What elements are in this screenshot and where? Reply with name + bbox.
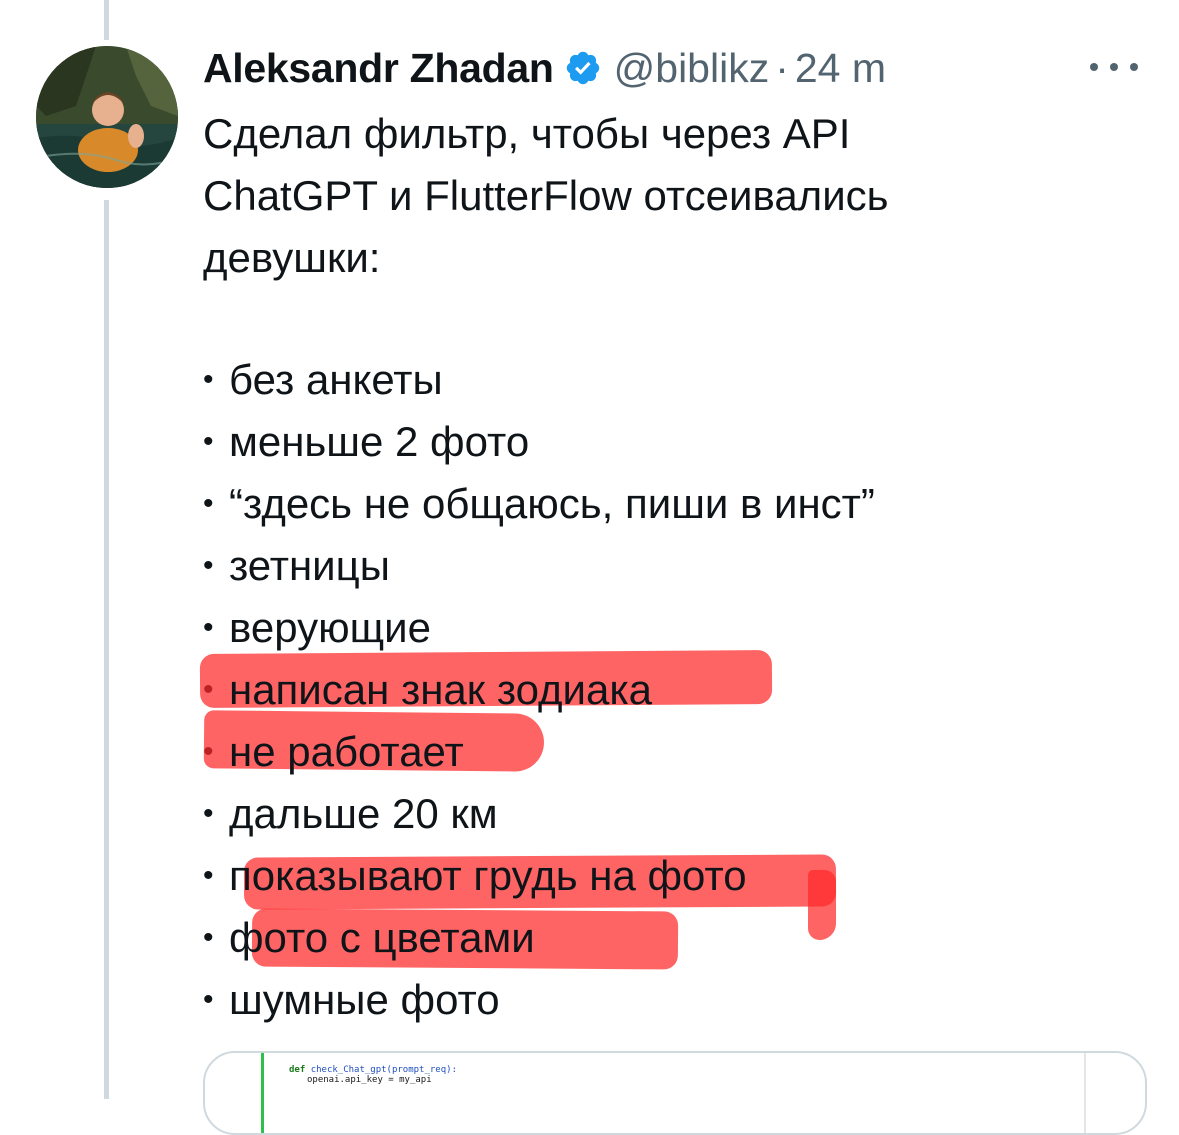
list-item-text: показывают грудь на фото <box>229 852 747 899</box>
list-item: • “здесь не общаюсь, пиши в инст” <box>203 473 1143 535</box>
red-marker-highlight <box>808 870 836 940</box>
tweet-body-text: Сделал фильтр, чтобы через API ChatGPT и… <box>203 103 1143 289</box>
more-horizontal-icon-dot-3 <box>1130 63 1138 71</box>
bullet: • <box>203 797 214 830</box>
attached-media-card[interactable]: def check_Chat_gpt(prompt_req): openai.a… <box>203 1051 1147 1135</box>
bullet: • <box>203 363 214 396</box>
author-handle[interactable]: @biblikz <box>614 45 770 92</box>
list-item: • меньше 2 фото <box>203 411 1143 473</box>
verified-badge-icon[interactable] <box>564 49 602 87</box>
list-item: • показывают грудь на фото <box>203 845 1143 907</box>
bullet: • <box>203 487 214 520</box>
bullet: • <box>203 549 214 582</box>
bullet: • <box>203 859 214 892</box>
more-options-button[interactable] <box>1090 52 1138 82</box>
thread-line-top <box>104 0 109 40</box>
list-item-text: меньше 2 фото <box>229 418 530 465</box>
bullet: • <box>203 611 214 644</box>
tweet-header: Aleksandr Zhadan @biblikz · 24 m <box>203 38 886 98</box>
bullet: • <box>203 921 214 954</box>
list-item-text: “здесь не общаюсь, пиши в инст” <box>229 480 875 527</box>
list-item-text: верующие <box>229 604 431 651</box>
tweet-text-line: Сделал фильтр, чтобы через API <box>203 110 851 157</box>
list-item-text: не работает <box>229 728 464 775</box>
more-horizontal-icon-dot-1 <box>1090 63 1098 71</box>
list-item: • без анкеты <box>203 349 1143 411</box>
code-function-signature: check_Chat_gpt(prompt_req): <box>310 1065 457 1075</box>
list-item: • шумные фото <box>203 969 1143 1031</box>
list-item-text: зетницы <box>229 542 390 589</box>
tweet-text-line: девушки: <box>203 234 381 281</box>
list-item-text: написан знак зодиака <box>229 666 653 713</box>
separator-dot: · <box>775 44 789 91</box>
list-item: • дальше 20 км <box>203 783 1143 845</box>
list-item-text: фото с цветами <box>229 914 535 961</box>
list-item-text: дальше 20 км <box>229 790 498 837</box>
list-item-text: шумные фото <box>229 976 500 1023</box>
more-horizontal-icon-dot-2 <box>1110 63 1118 71</box>
list-item: • зетницы <box>203 535 1143 597</box>
tweet-timestamp[interactable]: 24 m <box>795 45 886 92</box>
thread-line-bottom <box>104 200 109 1099</box>
bullet: • <box>203 983 214 1016</box>
user-avatar-photo-icon <box>36 46 178 188</box>
code-keyword: def <box>289 1065 306 1075</box>
list-item: •не работает <box>203 721 1143 783</box>
tweet-text-line: ChatGPT и FlutterFlow отсеивались <box>203 172 889 219</box>
author-display-name[interactable]: Aleksandr Zhadan <box>203 45 554 92</box>
list-item-text: без анкеты <box>229 356 443 403</box>
bullet: • <box>203 425 214 458</box>
code-line: openai.api_key = my_api <box>307 1075 432 1085</box>
author-avatar[interactable] <box>36 46 178 188</box>
code-line: def check_Chat_gpt(prompt_req): <box>289 1065 457 1075</box>
